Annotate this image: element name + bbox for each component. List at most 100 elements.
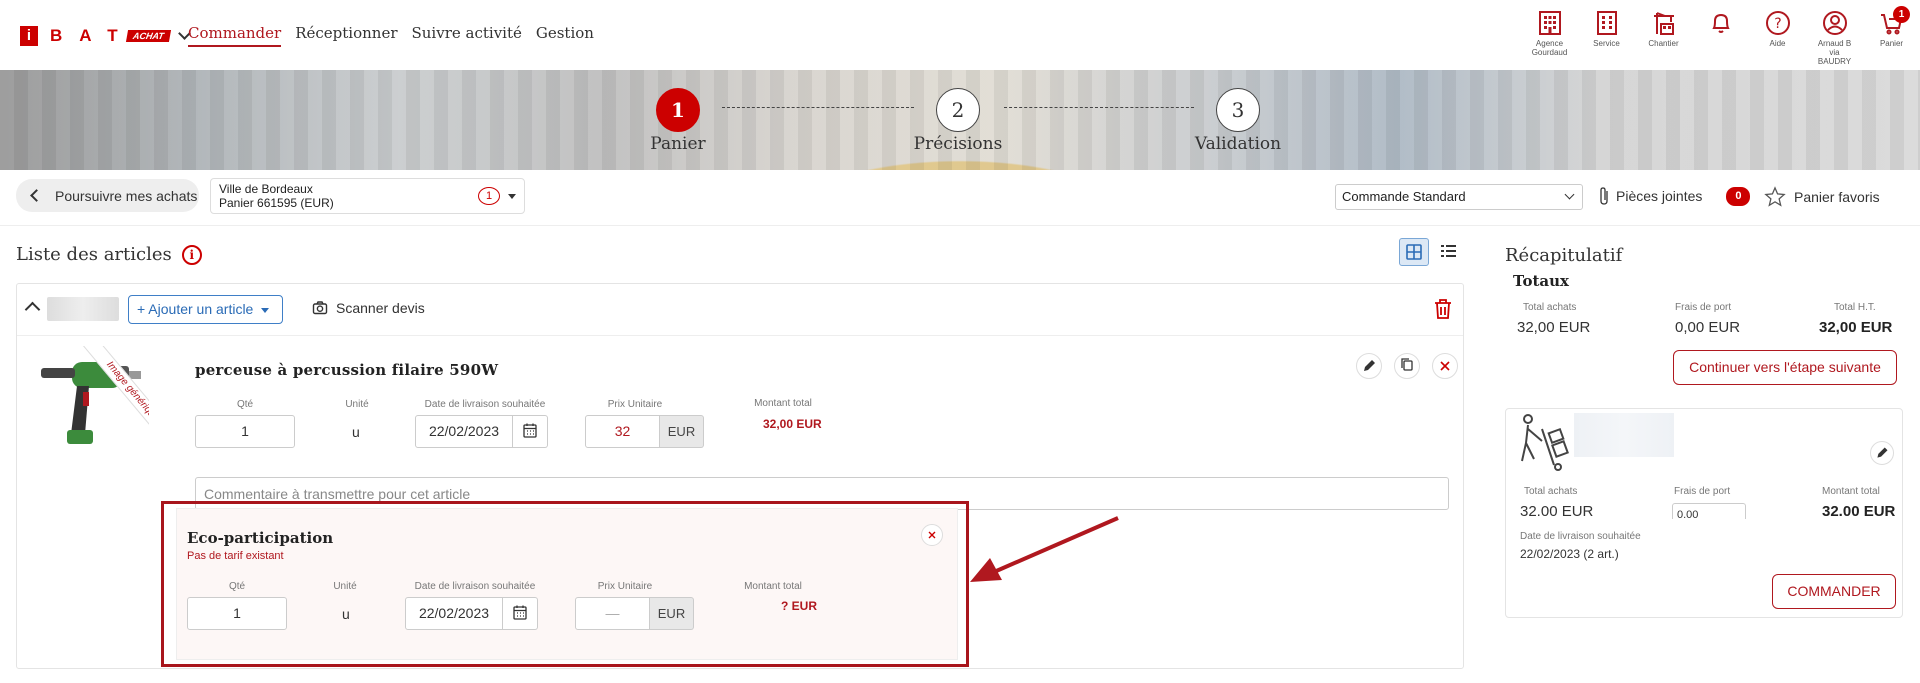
tool-label: Arnaud B via BAUDRY: [1817, 39, 1852, 66]
supplier-amount-value: 32.00 EUR: [1822, 503, 1896, 520]
pencil-icon: [1877, 447, 1888, 458]
tool-notifications[interactable]: [1692, 10, 1749, 66]
calendar-button[interactable]: [513, 415, 548, 448]
tool-label: Aide: [1769, 39, 1786, 48]
nav-suivre-activite[interactable]: Suivre activité: [412, 24, 522, 47]
step-2[interactable]: 2: [936, 88, 980, 132]
chevron-up-icon[interactable]: [24, 301, 41, 318]
step-3[interactable]: 3: [1216, 88, 1260, 132]
eco-price-input[interactable]: —: [575, 597, 650, 630]
scan-quote-button[interactable]: Scanner devis: [312, 300, 425, 316]
copy-icon: [1401, 358, 1413, 371]
tool-service[interactable]: Service: [1578, 10, 1635, 66]
step-1[interactable]: 1: [656, 88, 700, 132]
redacted-supplier-name: [1574, 413, 1674, 457]
pencil-icon: [1364, 360, 1375, 371]
total-ht-label: Total H.T.: [1834, 302, 1876, 313]
shipping-label: Frais de port: [1675, 302, 1732, 313]
eco-date-label: Date de livraison souhaitée: [414, 581, 536, 592]
tool-cart[interactable]: 1 Panier: [1863, 6, 1920, 66]
unit-value: u: [352, 424, 360, 440]
step-2-label: Précisions: [913, 134, 1003, 154]
tool-help[interactable]: ? Aide: [1749, 10, 1806, 66]
crane-icon: [1653, 12, 1674, 35]
cart-selector[interactable]: Ville de Bordeaux Panier 661595 (EUR) 1: [210, 178, 525, 214]
caret-down-icon: [261, 307, 270, 313]
eco-calendar-button[interactable]: [503, 597, 538, 630]
eco-close-button[interactable]: [921, 524, 943, 546]
eco-price-label: Prix Unitaire: [597, 581, 653, 592]
tool-chantier[interactable]: Chantier: [1635, 10, 1692, 66]
continue-shopping-button[interactable]: Poursuivre mes achats: [16, 179, 199, 212]
cart-badge: 1: [1893, 6, 1910, 23]
step-connector: [1004, 107, 1194, 108]
list-view-button[interactable]: [1434, 238, 1464, 266]
nav-receptionner[interactable]: Réceptionner: [295, 24, 397, 47]
total-ht-value: 32,00 EUR: [1819, 319, 1893, 336]
shipping-value: 0,00 EUR: [1675, 319, 1741, 336]
duplicate-article-button[interactable]: [1394, 353, 1420, 379]
step-connector: [722, 107, 914, 108]
tool-label: Chantier: [1648, 39, 1679, 48]
eco-qty-input[interactable]: 1: [187, 597, 287, 630]
supplier-total-value: 32.00 EUR: [1520, 503, 1594, 520]
redacted-group-name: [47, 297, 119, 321]
building-icon: [1596, 11, 1617, 35]
step-3-label: Validation: [1194, 134, 1282, 154]
article-group-header: + Ajouter un article Scanner devis: [17, 284, 1463, 336]
svg-text:?: ?: [1774, 16, 1781, 32]
logo-mark: i: [20, 26, 38, 46]
list-icon: [1441, 245, 1456, 257]
supplier-shipping-input[interactable]: 0.00: [1672, 503, 1746, 519]
paperclip-icon: [1600, 187, 1608, 205]
user-icon: [1822, 11, 1847, 35]
eco-unit-label: Unité: [333, 581, 357, 592]
calendar-icon: [523, 423, 537, 438]
camera-icon: [312, 301, 328, 315]
order-type-select[interactable]: Commande Standard: [1335, 184, 1583, 210]
step-1-label: Panier: [650, 134, 706, 154]
add-article-button[interactable]: + Ajouter un article: [128, 295, 283, 324]
supplier-total-label: Total achats: [1524, 486, 1578, 497]
price-input[interactable]: 32: [585, 415, 660, 448]
tool-agence[interactable]: Agence Gourdaud: [1521, 10, 1578, 66]
eco-participation-highlight: Eco-participation Pas de tarif existant …: [161, 501, 969, 667]
eco-price-currency: EUR: [650, 597, 694, 630]
cart-count-badge: 1: [478, 187, 500, 205]
edit-article-button[interactable]: [1356, 353, 1382, 379]
unit-label: Unité: [345, 399, 369, 410]
tool-user[interactable]: Arnaud B via BAUDRY: [1806, 10, 1863, 66]
divider: [0, 225, 1920, 226]
grid-view-button[interactable]: [1399, 238, 1429, 266]
cart-client: Ville de Bordeaux: [219, 182, 313, 196]
logo-achat-tag: ACHAT: [125, 30, 171, 42]
app-logo[interactable]: i BAT ACHAT: [20, 26, 191, 46]
totals-title: Totaux: [1513, 272, 1569, 290]
order-type-value: Commande Standard: [1342, 189, 1466, 204]
qty-input[interactable]: 1: [195, 415, 295, 448]
top-bar: i BAT ACHAT Commander Réceptionner Suivr…: [0, 0, 1920, 70]
info-icon[interactable]: i: [181, 244, 202, 265]
annotation-arrow: [970, 516, 1119, 582]
supplier-shipping-label: Frais de port: [1674, 486, 1731, 497]
favorites-button[interactable]: Panier favoris: [1764, 186, 1880, 208]
chevron-left-icon: [30, 189, 43, 202]
trash-icon[interactable]: [1433, 298, 1453, 323]
continue-shopping-label: Poursuivre mes achats: [55, 187, 198, 204]
eco-participation-card: Eco-participation Pas de tarif existant …: [176, 508, 958, 660]
attachments-button[interactable]: Pièces jointes 0: [1598, 186, 1751, 206]
order-button[interactable]: COMMANDER: [1772, 574, 1896, 609]
bell-icon: [1711, 13, 1730, 33]
remove-article-button[interactable]: [1432, 353, 1458, 379]
nav-commander[interactable]: Commander: [188, 24, 282, 47]
article-list-title-text: Liste des articles: [16, 244, 172, 265]
nav-gestion[interactable]: Gestion: [536, 24, 594, 47]
product-name[interactable]: perceuse à percussion filaire 590W: [195, 361, 498, 379]
article-list-title: Liste des articles i: [16, 244, 202, 265]
edit-supplier-button[interactable]: [1870, 441, 1894, 465]
qty-label: Qté: [236, 399, 254, 410]
cart-name: Panier 661595 (EUR): [219, 196, 334, 210]
date-input[interactable]: 22/02/2023: [415, 415, 513, 448]
eco-date-input[interactable]: 22/02/2023: [405, 597, 503, 630]
next-step-button[interactable]: Continuer vers l'étape suivante: [1673, 350, 1897, 385]
